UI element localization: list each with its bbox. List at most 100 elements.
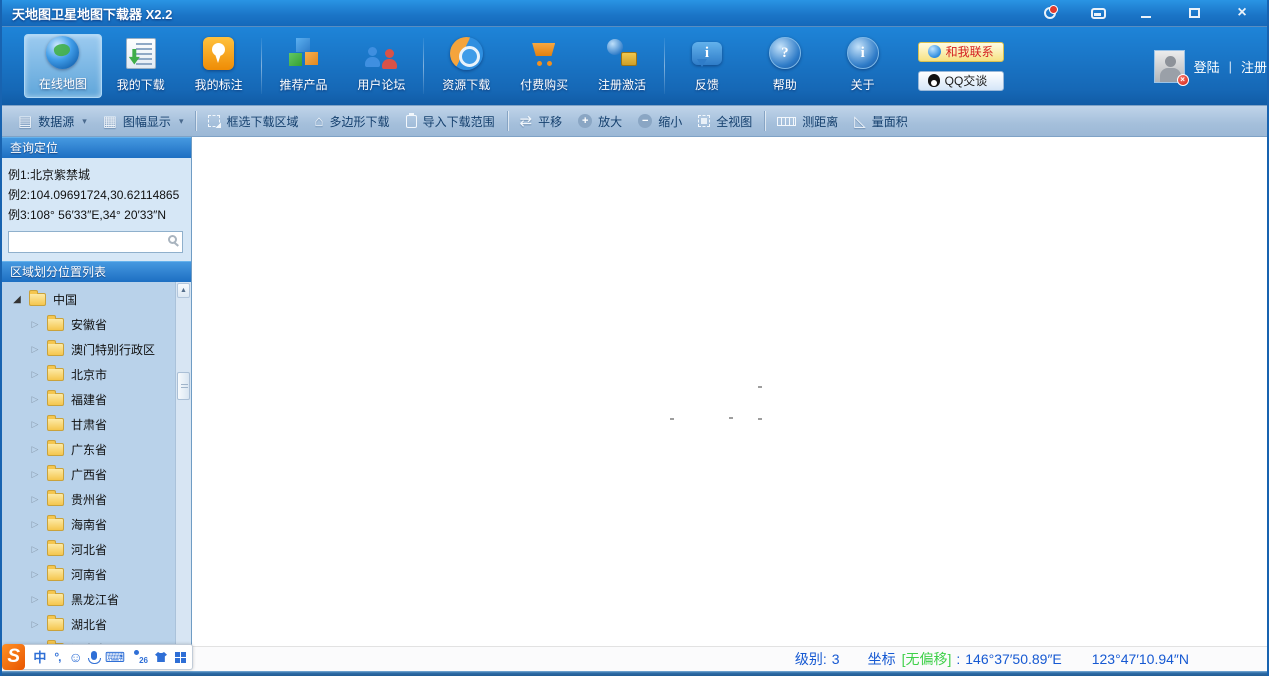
- map-label-speck: [758, 386, 762, 388]
- toolbar-button-my-annotations[interactable]: 我的标注: [180, 34, 258, 98]
- keyboard-icon[interactable]: ⌨: [105, 650, 125, 664]
- datasource-dropdown[interactable]: ▤ 数据源 ▾: [10, 109, 95, 133]
- toolbar-button-paid-purchase[interactable]: 付费购买: [505, 34, 583, 98]
- ime-punctuation-toggle[interactable]: °,: [54, 651, 61, 663]
- toolbox-grid-icon[interactable]: [175, 651, 186, 663]
- close-button[interactable]: ×: [1233, 5, 1251, 21]
- full-view-button[interactable]: 全视图: [690, 109, 760, 133]
- register-link[interactable]: 注册: [1241, 57, 1267, 76]
- tree-collapsed-icon[interactable]: ▷: [30, 569, 40, 580]
- tree-collapsed-icon[interactable]: ▷: [30, 394, 40, 405]
- tree-item-label: 福建省: [71, 393, 108, 407]
- tree-collapsed-icon[interactable]: ▷: [30, 444, 40, 455]
- search-icon[interactable]: [168, 235, 177, 244]
- tree-collapsed-icon[interactable]: ▷: [30, 544, 40, 555]
- toolbar-button-about[interactable]: i 关于: [824, 34, 902, 98]
- toolbar-button-recommended-products[interactable]: 推荐产品: [265, 34, 343, 98]
- titlebar: 天地图卫星地图下载器 X2.2 ×: [2, 0, 1267, 26]
- update-notification-icon[interactable]: [1041, 5, 1059, 21]
- maximize-button[interactable]: [1185, 5, 1203, 21]
- grid-icon: ▦: [102, 112, 117, 130]
- tree-collapsed-icon[interactable]: ▷: [30, 419, 40, 430]
- tree-item-province[interactable]: ▷ 北京市: [2, 362, 175, 387]
- tree-collapsed-icon[interactable]: ▷: [30, 619, 40, 630]
- tree-item-province[interactable]: ▷ 贵州省: [2, 487, 175, 512]
- measure-distance-button[interactable]: 测距离: [769, 109, 846, 133]
- globe-icon: [46, 36, 80, 69]
- zoom-in-button[interactable]: + 放大: [570, 109, 630, 133]
- contact-me-button[interactable]: 和我联系: [917, 41, 1004, 62]
- toolbar-button-help[interactable]: ? 帮助: [746, 34, 824, 98]
- input-mode-icon[interactable]: 26: [133, 650, 148, 665]
- scrollbar-thumb[interactable]: [177, 372, 190, 400]
- tree-item-province[interactable]: ▷ 福建省: [2, 387, 175, 412]
- ruler-icon: [777, 116, 797, 126]
- tree-item-province[interactable]: ▷ 广西省: [2, 462, 175, 487]
- tree-item-label: 安徽省: [71, 318, 108, 332]
- frame-display-dropdown[interactable]: ▦ 图幅显示 ▾: [95, 109, 192, 133]
- tree-item-province[interactable]: ▷ 河北省: [2, 537, 175, 562]
- tree-collapsed-icon[interactable]: ▷: [30, 319, 40, 330]
- scroll-up-arrow-icon[interactable]: ▲: [177, 283, 190, 298]
- tree-item-province[interactable]: ▷ 湖北省: [2, 612, 175, 637]
- tree-expanded-icon[interactable]: ◢: [12, 294, 22, 305]
- ime-language-toggle[interactable]: 中: [33, 651, 46, 664]
- lock-person-icon: [604, 37, 640, 69]
- skin-icon[interactable]: [1089, 5, 1107, 21]
- toolbar-button-resource-download[interactable]: 资源下载: [427, 34, 505, 98]
- tree-item-province[interactable]: ▷ 安徽省: [2, 312, 175, 337]
- tree-item-province[interactable]: ▷ 甘肃省: [2, 412, 175, 437]
- toolbar-button-online-map[interactable]: 在线地图: [24, 34, 102, 98]
- example-line: 例3:108° 56′33″E,34° 20′33″N: [8, 208, 167, 222]
- sogou-logo-icon[interactable]: S: [2, 644, 26, 670]
- folder-icon: [47, 440, 64, 456]
- pan-button[interactable]: ⇄ 平移: [512, 109, 571, 133]
- tree-collapsed-icon[interactable]: ▷: [30, 369, 40, 380]
- tree-collapsed-icon[interactable]: ▷: [30, 494, 40, 505]
- tree-item-label: 澳门特别行政区: [71, 343, 156, 357]
- tree-item-province[interactable]: ▷ 河南省: [2, 562, 175, 587]
- toolbar-button-feedback[interactable]: i 反馈: [668, 34, 746, 98]
- import-range-label: 导入下载范围: [422, 114, 495, 129]
- pan-arrows-icon: ⇄: [519, 112, 533, 130]
- tree-item-province[interactable]: ▷ 广东省: [2, 437, 175, 462]
- longitude-value: 146°37′50.89″E: [965, 651, 1062, 667]
- import-range-button[interactable]: 导入下载范围: [398, 109, 503, 133]
- minimize-button[interactable]: [1137, 5, 1155, 21]
- login-link[interactable]: 登陆: [1194, 57, 1220, 76]
- polygon-download-button[interactable]: ⌂ 多边形下载: [306, 109, 397, 133]
- example-line: 例1:北京紫禁城: [8, 168, 91, 182]
- tree-collapsed-icon[interactable]: ▷: [30, 519, 40, 530]
- qq-chat-button[interactable]: QQ交谈: [917, 70, 1004, 91]
- tree-collapsed-icon[interactable]: ▷: [30, 594, 40, 605]
- box-select-download-button[interactable]: 框选下载区域: [200, 109, 306, 133]
- avatar[interactable]: ×: [1153, 49, 1189, 86]
- tree-item-root[interactable]: ◢ 中国: [2, 287, 175, 312]
- tree-item-label: 广东省: [71, 443, 108, 457]
- locate-panel-header: 查询定位: [2, 137, 191, 158]
- tree-collapsed-icon[interactable]: ▷: [30, 344, 40, 355]
- qq-chat-label: QQ交谈: [944, 74, 988, 88]
- tree-item-province[interactable]: ▷ 海南省: [2, 512, 175, 537]
- tree-item-province[interactable]: ▷ 黑龙江省: [2, 587, 175, 612]
- toolbar-button-label: 在线地图: [38, 77, 87, 91]
- map-canvas[interactable]: [192, 137, 1267, 646]
- measure-area-button[interactable]: ◺ 量面积: [846, 109, 916, 133]
- latitude-value: 123°47′10.94″N: [1091, 651, 1189, 667]
- search-input[interactable]: [8, 231, 183, 253]
- tree-scrollbar[interactable]: ▲: [175, 282, 191, 646]
- measure-distance-label: 测距离: [802, 114, 839, 129]
- emoji-icon[interactable]: ☺: [68, 650, 82, 664]
- zoom-out-button[interactable]: − 缩小: [630, 109, 690, 133]
- microphone-icon[interactable]: [87, 651, 101, 664]
- toolbar-button-label: 资源下载: [442, 78, 491, 92]
- toolbar-button-my-downloads[interactable]: 我的下载: [102, 34, 180, 98]
- tree-collapsed-icon[interactable]: ▷: [30, 469, 40, 480]
- toolbar-button-user-forum[interactable]: 用户论坛: [343, 34, 421, 98]
- ime-toolbar[interactable]: S 中 °, ☺ ⌨ 26: [2, 644, 193, 670]
- tree-item-province[interactable]: ▷ 澳门特别行政区: [2, 337, 175, 362]
- toolbar-button-register-activate[interactable]: 注册激活: [583, 34, 661, 98]
- folder-icon: [47, 565, 64, 581]
- account-area: × 登陆 | 注册: [1153, 49, 1267, 86]
- skin-shirt-icon[interactable]: [155, 652, 167, 662]
